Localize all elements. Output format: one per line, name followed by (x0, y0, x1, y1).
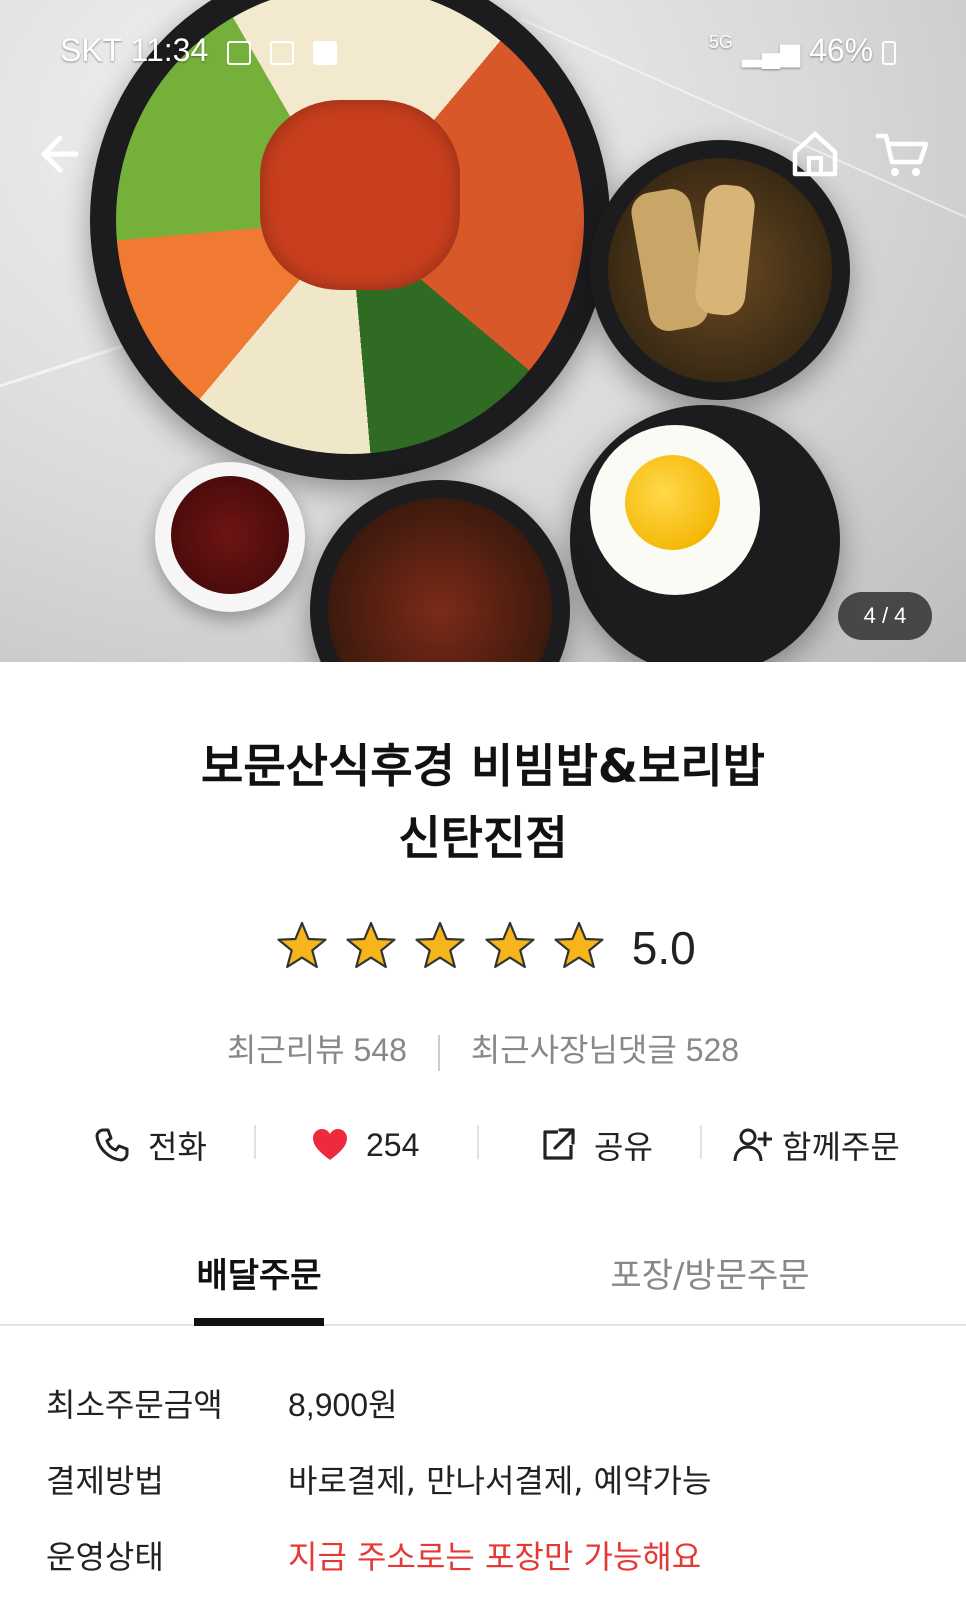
tab-pickup[interactable]: 포장/방문주문 (600, 1248, 820, 1297)
cart-icon[interactable] (872, 124, 932, 184)
top-navigation (0, 118, 966, 188)
add-person-icon (732, 1125, 773, 1165)
network-indicator: 5G (708, 32, 733, 52)
operation-status-row: 운영상태 지금 주소로는 포장만 가능해요 (46, 1532, 946, 1599)
min-order-label: 최소주문금액 (46, 1386, 223, 1424)
like-count: 254 (366, 1126, 420, 1163)
recent-reviews-link[interactable]: 최근리뷰 548 (227, 1032, 407, 1068)
min-order-row: 최소주문금액 8,900원 (46, 1380, 946, 1456)
tab-delivery[interactable]: 배달주문 (194, 1248, 324, 1297)
group-order-label: 함께주문 (782, 1129, 900, 1165)
min-order-value: 8,900원 (288, 1387, 398, 1423)
divider (254, 1125, 256, 1159)
star-icon (414, 920, 466, 972)
operation-status-value: 지금 주소로는 포장만 가능해요 (288, 1538, 702, 1576)
battery-icon (882, 40, 896, 65)
phone-icon (92, 1125, 132, 1165)
star-icon (345, 920, 397, 972)
fried-egg-bowl (570, 405, 840, 662)
store-name-line1: 보문산식후경 비빔밥&보리밥 (201, 739, 765, 793)
battery-percent: 46% (809, 32, 874, 68)
payment-method-label: 결제방법 (46, 1462, 164, 1500)
active-tab-indicator (194, 1318, 324, 1326)
divider (700, 1125, 702, 1159)
group-order-button[interactable]: 함께주문 (732, 1112, 900, 1178)
owner-replies-link[interactable]: 최근사장님댓글 528 (471, 1032, 739, 1068)
store-name-line2: 신탄진점 (398, 811, 568, 865)
divider (437, 1034, 440, 1071)
store-photo-carousel[interactable]: SKT 11:34 5G ▂▄▆ 46% 4 / 4 (0, 0, 966, 662)
rating: 5.0 (0, 920, 966, 990)
payment-method-value: 바로결제, 만나서결제, 예약가능 (288, 1462, 712, 1500)
side-dish-bowl (310, 480, 570, 662)
payment-method-row: 결제방법 바로결제, 만나서결제, 예약가능 (46, 1456, 946, 1532)
heart-icon (310, 1125, 350, 1165)
gallery-notification-icon (227, 40, 252, 65)
back-arrow-icon[interactable] (34, 124, 94, 184)
share-icon (538, 1125, 578, 1165)
carrier-time: SKT 11:34 (60, 32, 209, 68)
order-type-tabs: 배달주문 포장/방문주문 (0, 1230, 966, 1326)
gochujang-sauce-cup (155, 462, 305, 612)
share-label: 공유 (594, 1129, 653, 1165)
order-info: 최소주문금액 8,900원 결제방법 바로결제, 만나서결제, 예약가능 운영상… (46, 1380, 946, 1599)
call-label: 전화 (148, 1129, 207, 1165)
star-icon (276, 920, 328, 972)
like-button[interactable]: 254 (310, 1112, 419, 1178)
call-button[interactable]: 전화 (92, 1112, 207, 1178)
rating-score: 5.0 (631, 922, 696, 974)
image-counter-badge: 4 / 4 (838, 592, 932, 640)
app-notification-icon (312, 40, 337, 65)
share-button[interactable]: 공유 (538, 1112, 653, 1178)
home-icon[interactable] (785, 124, 845, 184)
divider (477, 1125, 479, 1159)
operation-status-label: 운영상태 (46, 1538, 164, 1576)
star-icon (484, 920, 536, 972)
store-name: 보문산식후경 비빔밥&보리밥 신탄진점 (0, 730, 966, 874)
rating-stars (270, 920, 610, 976)
window-notification-icon (270, 40, 295, 65)
star-icon (553, 920, 605, 972)
review-counts: 최근리뷰 548 최근사장님댓글 528 (0, 1025, 966, 1071)
status-bar: SKT 11:34 5G ▂▄▆ 46% (0, 22, 966, 82)
signal-icon: ▂▄▆ (741, 37, 801, 67)
